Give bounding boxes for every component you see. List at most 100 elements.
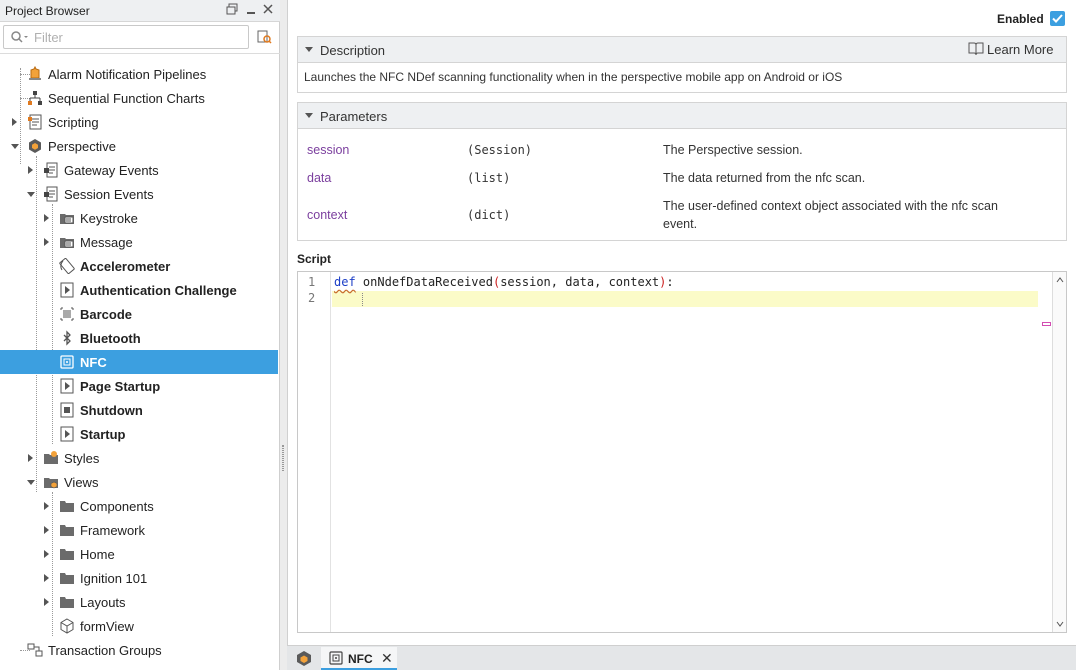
close-panel-icon[interactable]	[260, 2, 276, 18]
code-line[interactable]: def onNdefDataReceived(session, data, co…	[334, 275, 674, 289]
expand-arrow-icon[interactable]	[44, 574, 49, 582]
expand-arrow-icon[interactable]	[44, 238, 49, 246]
nfc-icon	[60, 355, 74, 369]
learn-more-label: Learn More	[987, 42, 1054, 57]
tree-item-authentication-challenge[interactable]: Authentication Challenge	[0, 278, 278, 302]
collapse-triangle-icon[interactable]	[305, 47, 313, 52]
collapse-arrow-icon[interactable]	[27, 480, 35, 485]
tree-item-shutdown[interactable]: Shutdown	[0, 398, 278, 422]
float-panel-icon[interactable]	[224, 2, 240, 18]
filter-input[interactable]	[34, 28, 234, 46]
tree-item-message[interactable]: Message	[0, 230, 278, 254]
tree-separator	[0, 53, 280, 54]
editor-tab-bar: NFC ✕	[287, 645, 1076, 670]
param-type: (list)	[467, 171, 511, 185]
transaction-groups-icon	[27, 643, 43, 657]
expand-arrow-icon[interactable]	[44, 502, 49, 510]
tree-item-label: Transaction Groups	[48, 643, 162, 658]
tree-item-keystroke[interactable]: Keystroke	[0, 206, 278, 230]
tree-item-sequential-function-charts[interactable]: Sequential Function Charts	[0, 86, 278, 110]
folder-icon	[60, 573, 74, 584]
learn-more-link[interactable]: Learn More	[968, 41, 1060, 59]
event-script-icon	[44, 162, 58, 178]
tree-item-transaction-groups[interactable]: Transaction Groups	[0, 638, 278, 662]
collapse-arrow-icon[interactable]	[27, 192, 35, 197]
tree-item-barcode[interactable]: Barcode	[0, 302, 278, 326]
tree-item-label: Sequential Function Charts	[48, 91, 205, 106]
tab-label: NFC	[348, 652, 373, 666]
expand-arrow-icon[interactable]	[28, 454, 33, 462]
param-description: The data returned from the nfc scan.	[663, 171, 866, 185]
tree-item-perspective[interactable]: Perspective	[0, 134, 278, 158]
param-type: (dict)	[467, 208, 511, 222]
perspective-icon	[29, 139, 41, 153]
script-icon	[60, 402, 74, 418]
folder-icon	[60, 549, 74, 560]
scroll-down-icon[interactable]	[1056, 620, 1064, 628]
description-title: Description	[320, 43, 386, 58]
tree-item-views[interactable]: Views	[0, 470, 278, 494]
code-keyword: def	[334, 275, 356, 289]
expand-arrow-icon[interactable]	[44, 550, 49, 558]
tree-item-layouts[interactable]: Layouts	[0, 590, 278, 614]
expand-arrow-icon[interactable]	[44, 526, 49, 534]
tree-item-startup[interactable]: Startup	[0, 422, 278, 446]
parameters-section: Parameters session (Session) The Perspec…	[297, 102, 1067, 241]
link-with-editor-icon[interactable]	[256, 29, 272, 45]
tree-item-session-events[interactable]: Session Events	[0, 182, 278, 206]
splitter-grip[interactable]	[282, 445, 284, 471]
tree-item-label: Components	[80, 499, 154, 514]
close-tab-icon[interactable]: ✕	[381, 650, 393, 667]
panel-splitter[interactable]	[280, 0, 286, 670]
caret-marker[interactable]	[1042, 322, 1051, 326]
tree-item-styles[interactable]: Styles	[0, 446, 278, 470]
project-browser-panel: Project Browser Alarm Notification Pipel…	[0, 0, 280, 670]
description-text: Launches the NFC NDef scanning functiona…	[304, 70, 843, 84]
description-header[interactable]: Description Learn More	[298, 37, 1066, 63]
tree-item-components[interactable]: Components	[0, 494, 278, 518]
marker-strip	[1040, 272, 1052, 632]
filter-field[interactable]	[3, 25, 249, 49]
expand-arrow-icon[interactable]	[44, 214, 49, 222]
view-icon	[60, 618, 74, 634]
collapse-triangle-icon[interactable]	[305, 113, 313, 118]
collapse-arrow-icon[interactable]	[11, 144, 19, 149]
code-editor[interactable]: 1 2 def onNdefDataReceived(session, data…	[297, 271, 1067, 633]
book-icon	[968, 42, 984, 56]
expand-arrow-icon[interactable]	[12, 118, 17, 126]
vertical-scrollbar[interactable]	[1052, 272, 1066, 632]
search-icon	[11, 31, 28, 43]
tree-item-label: Shutdown	[80, 403, 143, 418]
tree-item-label: Accelerometer	[80, 259, 171, 274]
tree-item-label: NFC	[80, 355, 107, 370]
perspective-tab-icon[interactable]	[295, 650, 313, 667]
tree-item-gateway-events[interactable]: Gateway Events	[0, 158, 278, 182]
tree-item-label: Barcode	[80, 307, 133, 322]
enabled-checkbox[interactable]	[1050, 11, 1065, 26]
script-icon	[60, 282, 74, 298]
bluetooth-icon	[63, 330, 71, 346]
parameters-header[interactable]: Parameters	[298, 103, 1066, 129]
scroll-up-icon[interactable]	[1056, 276, 1064, 284]
tree-item-label: Alarm Notification Pipelines	[48, 67, 207, 82]
tree-item-home[interactable]: Home	[0, 542, 278, 566]
minimize-panel-icon[interactable]	[243, 2, 259, 18]
tree-item-label: Perspective	[48, 139, 116, 154]
tree-item-ignition-101[interactable]: Ignition 101	[0, 566, 278, 590]
tab-nfc[interactable]: NFC ✕	[321, 647, 397, 670]
expand-arrow-icon[interactable]	[44, 598, 49, 606]
project-tree: Alarm Notification Pipelines Sequential …	[0, 60, 278, 670]
script-icon	[60, 378, 74, 394]
tree-item-framework[interactable]: Framework	[0, 518, 278, 542]
tree-item-page-startup[interactable]: Page Startup	[0, 374, 278, 398]
tree-item-nfc[interactable]: NFC	[0, 350, 278, 374]
tree-item-bluetooth[interactable]: Bluetooth	[0, 326, 278, 350]
nfc-icon	[329, 651, 343, 665]
folder-icon	[60, 525, 74, 536]
tree-item-alarm-notification-pipelines[interactable]: Alarm Notification Pipelines	[0, 62, 278, 86]
expand-arrow-icon[interactable]	[28, 166, 33, 174]
tree-item-formview[interactable]: formView	[0, 614, 278, 638]
tree-item-scripting[interactable]: Scripting	[0, 110, 278, 134]
text-caret	[362, 293, 363, 306]
tree-item-accelerometer[interactable]: Accelerometer	[0, 254, 278, 278]
